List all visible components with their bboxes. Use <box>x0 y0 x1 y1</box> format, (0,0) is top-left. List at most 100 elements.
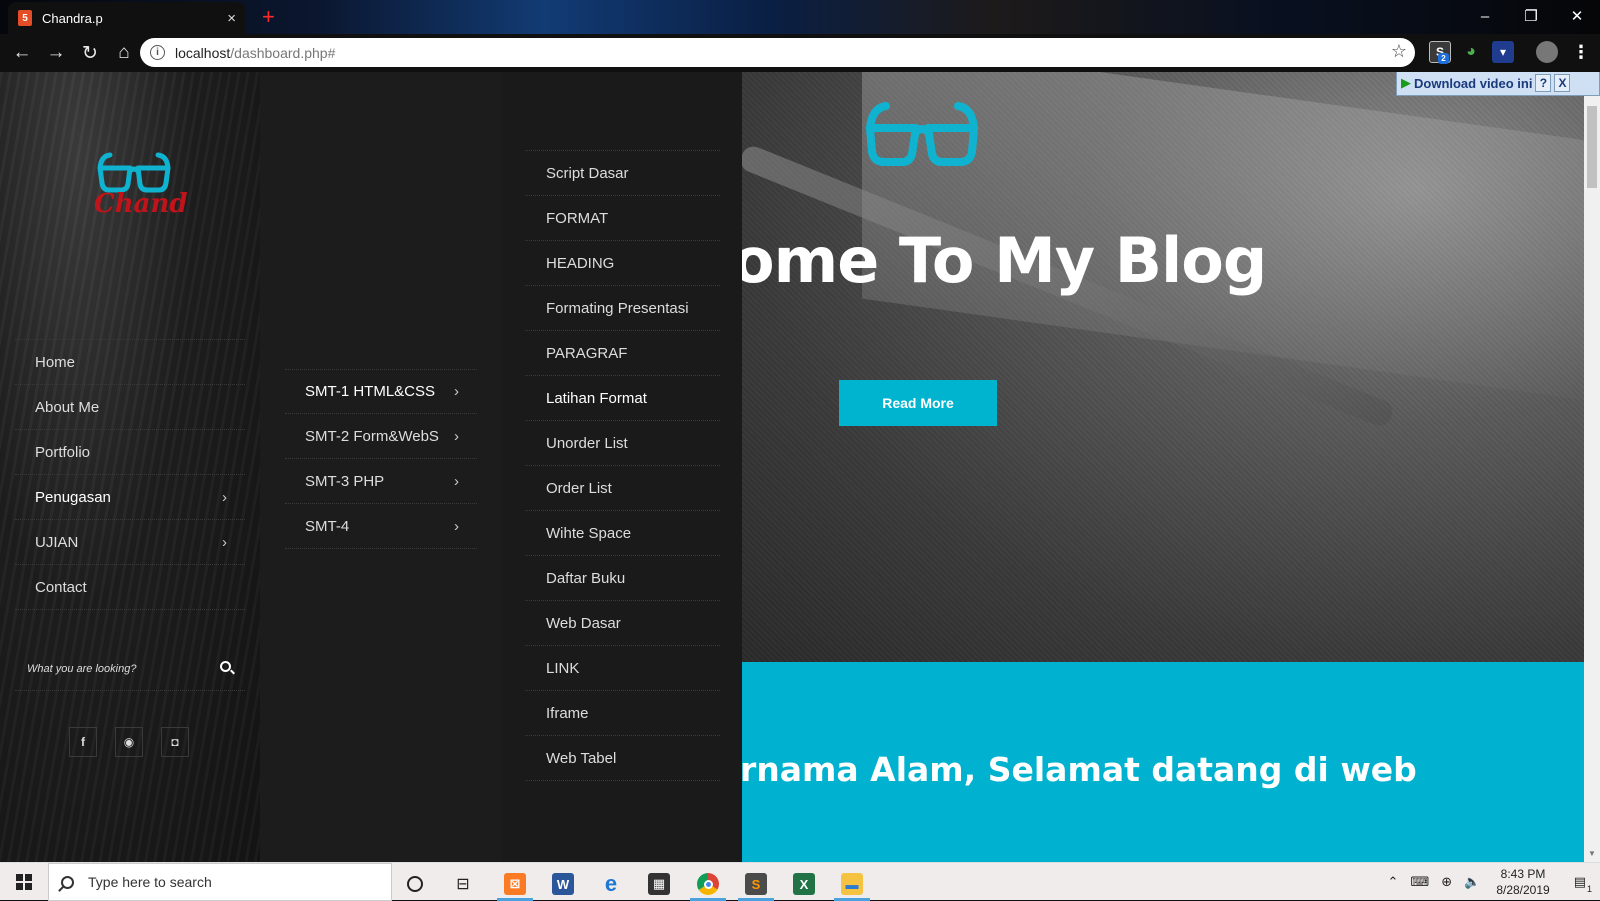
nav-item-about-me[interactable]: About Me <box>15 385 245 430</box>
back-arrow-icon[interactable]: ← <box>6 37 38 69</box>
taskbar-search-input[interactable]: Type here to search <box>48 863 392 901</box>
read-more-button[interactable]: Read More <box>839 380 997 426</box>
chrome-icon[interactable] <box>686 867 730 901</box>
excel-icon[interactable]: X <box>782 867 826 901</box>
forward-arrow-icon[interactable]: → <box>40 37 72 69</box>
search-icon <box>61 875 74 889</box>
windows-taskbar: Type here to search ⊟ ⊠ W e ▦ S X ▬ ⌃ ⌨ … <box>0 862 1600 901</box>
nav-item-ujian[interactable]: UJIAN › <box>15 520 245 565</box>
clock-time: 8:43 PM <box>1500 867 1546 881</box>
tab-title: Chandra.p <box>42 10 103 26</box>
edge-icon[interactable]: e <box>589 867 633 901</box>
notifications-icon[interactable]: ▤ 1 <box>1574 874 1592 894</box>
lesson-item[interactable]: Iframe <box>525 691 720 736</box>
url-host: localhost <box>175 44 231 61</box>
submenu-item-smt3[interactable]: SMT-3 PHP › <box>285 459 477 504</box>
windows-logo-icon <box>16 874 32 890</box>
search-placeholder: What you are looking? <box>27 662 137 675</box>
taskbar-clock[interactable]: 8:43 PM 8/28/2019 <box>1496 866 1549 898</box>
lesson-item[interactable]: PARAGRAF <box>525 331 720 376</box>
submenu-item-label: SMT-1 HTML&CSS <box>305 383 436 400</box>
welcome-text: rnama Alam, Selamat datang di web <box>740 750 1417 789</box>
address-bar[interactable]: i localhost/dashboard.php# ☆ <box>140 38 1415 67</box>
lesson-item[interactable]: Latihan Format <box>525 376 720 421</box>
download-close-button[interactable]: X <box>1554 74 1571 92</box>
lesson-item-label: Web Tabel <box>546 749 617 767</box>
lesson-item-label: Script Dasar <box>546 164 629 182</box>
submenu-lessons: Script Dasar FORMAT HEADING Formating Pr… <box>502 72 742 862</box>
tray-chevron-up-icon[interactable]: ⌃ <box>1388 874 1399 890</box>
word-icon[interactable]: W <box>541 867 585 901</box>
browser-menu-icon[interactable]: ⋮ <box>1570 41 1592 63</box>
download-video-bar[interactable]: ▶ Download video ini ? X <box>1396 72 1600 96</box>
cortana-icon[interactable] <box>393 867 437 901</box>
lesson-item[interactable]: HEADING <box>525 241 720 286</box>
lesson-item[interactable]: Unorder List <box>525 421 720 466</box>
browser-tab[interactable]: 5 Chandra.p × <box>8 2 246 34</box>
nav-item-contact[interactable]: Contact <box>15 565 245 610</box>
lesson-item-label: Latihan Format <box>546 389 647 407</box>
download-help-button[interactable]: ? <box>1535 74 1552 92</box>
lesson-item[interactable]: Web Tabel <box>525 736 720 781</box>
site-logo-text: Chand <box>94 189 188 219</box>
url-path: /dashboard.php# <box>230 44 336 61</box>
file-explorer-icon[interactable]: ▬ <box>830 867 874 901</box>
lesson-item[interactable]: Daftar Buku <box>525 556 720 601</box>
hero-title: ome To My Blog <box>732 224 1267 297</box>
submenu-item-label: SMT-3 PHP <box>305 472 385 490</box>
nav-item-penugasan[interactable]: Penugasan › <box>15 475 245 520</box>
submenu-item-smt2[interactable]: SMT-2 Form&WebS › <box>285 414 477 459</box>
nav-item-home[interactable]: Home <box>15 340 245 385</box>
start-button[interactable] <box>0 863 48 901</box>
extension-globe-icon[interactable]: ◕ <box>1460 41 1482 63</box>
sidebar-search-input[interactable]: What you are looking? <box>15 647 245 691</box>
task-view-icon[interactable]: ⊟ <box>441 867 485 901</box>
scroll-down-arrow-icon[interactable]: ▼ <box>1588 849 1596 858</box>
bookmark-star-icon[interactable]: ☆ <box>1391 41 1407 62</box>
lesson-item[interactable]: Web Dasar <box>525 601 720 646</box>
site-info-icon[interactable]: i <box>150 45 165 60</box>
lesson-item[interactable]: LINK <box>525 646 720 691</box>
nav-item-label: Portfolio <box>35 443 91 461</box>
download-video-label[interactable]: Download video ini <box>1414 76 1532 91</box>
tab-close-icon[interactable]: × <box>227 10 236 27</box>
extension-shield-icon[interactable]: ▾ <box>1492 41 1514 63</box>
scrollbar-thumb[interactable] <box>1587 106 1597 188</box>
restore-button[interactable]: ❐ <box>1508 0 1554 32</box>
minimize-button[interactable]: – <box>1462 0 1508 32</box>
lesson-item[interactable]: Wihte Space <box>525 511 720 556</box>
lesson-item-label: Formating Presentasi <box>546 299 689 317</box>
nav-item-portfolio[interactable]: Portfolio <box>15 430 245 475</box>
facebook-icon[interactable]: f <box>69 727 97 757</box>
window-controls: – ❐ ✕ <box>1462 0 1600 32</box>
xampp-icon[interactable]: ⊠ <box>493 867 537 901</box>
pinterest-icon[interactable]: ◉ <box>115 727 143 757</box>
page-scrollbar[interactable]: ▲ ▼ <box>1584 72 1600 862</box>
submenu-item-smt1[interactable]: SMT-1 HTML&CSS › <box>285 369 477 414</box>
nav-item-label: About Me <box>35 398 100 416</box>
lesson-item[interactable]: Order List <box>525 466 720 511</box>
social-links: f ◉ ◘ <box>69 727 189 757</box>
nav-item-label: Contact <box>35 578 87 596</box>
search-icon[interactable] <box>220 661 231 672</box>
lesson-item[interactable]: FORMAT <box>525 196 720 241</box>
home-icon[interactable]: ⌂ <box>108 37 140 69</box>
input-method-icon[interactable]: ⌨ <box>1410 874 1429 890</box>
hero-section: ome To My Blog Read More <box>732 72 1600 662</box>
new-tab-button[interactable]: + <box>262 4 275 30</box>
sublime-text-icon[interactable]: S <box>734 867 778 901</box>
store-icon[interactable]: ▦ <box>637 867 681 901</box>
network-globe-icon[interactable]: ⊕ <box>1441 874 1452 890</box>
page-viewport: ome To My Blog Read More rnama Alam, Sel… <box>0 72 1600 862</box>
volume-icon[interactable]: 🔈 <box>1464 874 1480 890</box>
chevron-right-icon: › <box>222 488 227 506</box>
instagram-icon[interactable]: ◘ <box>161 727 189 757</box>
reload-icon[interactable]: ↻ <box>74 37 106 69</box>
submenu-item-smt4[interactable]: SMT-4 › <box>285 504 477 549</box>
profile-avatar[interactable] <box>1536 41 1558 63</box>
close-window-button[interactable]: ✕ <box>1554 0 1600 32</box>
lesson-item[interactable]: Script Dasar <box>525 151 720 196</box>
lesson-item[interactable]: Formating Presentasi <box>525 286 720 331</box>
play-icon: ▶ <box>1401 75 1411 90</box>
chevron-right-icon: › <box>222 533 227 551</box>
